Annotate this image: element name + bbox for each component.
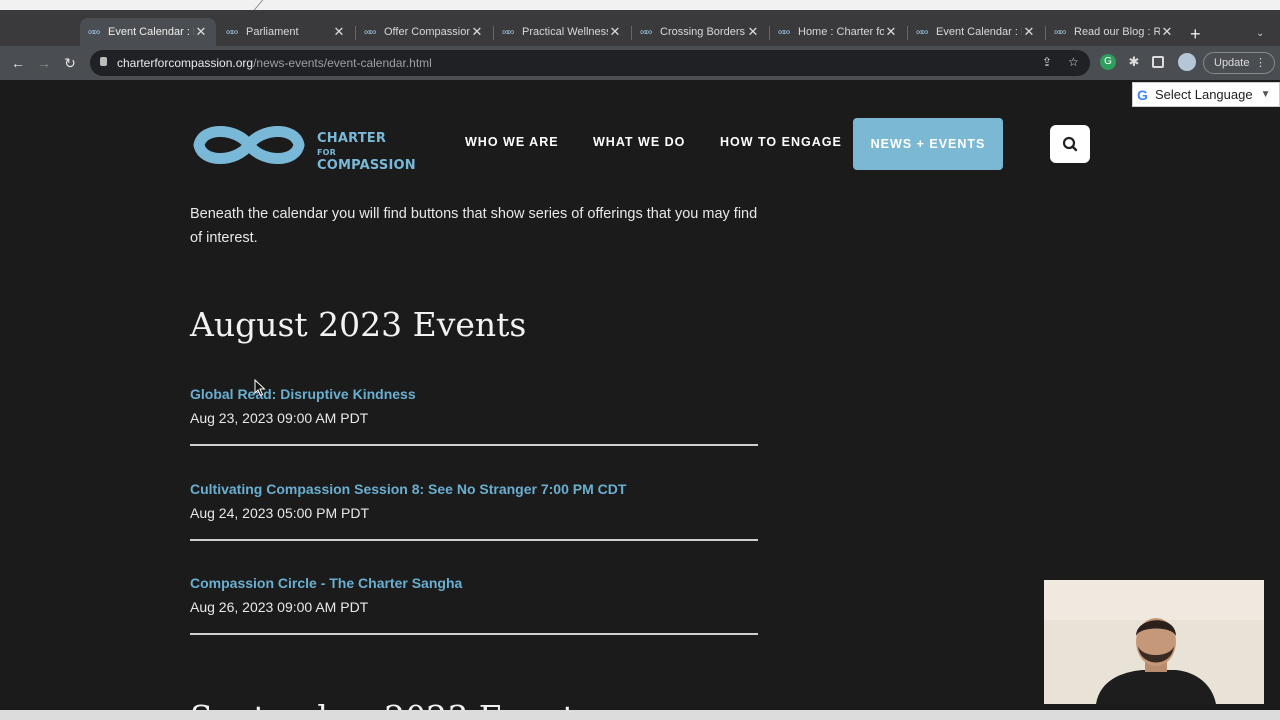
tab-title: Parliament <box>246 26 299 38</box>
bookmark-star-icon[interactable]: ☆ <box>1068 55 1079 69</box>
tab-home-charter[interactable]: ∞∞ Home : Charter for ✕ <box>770 18 906 46</box>
mouse-cursor-icon <box>254 379 266 397</box>
language-select-label: Select Language <box>1155 87 1253 102</box>
more-menu-icon[interactable]: ⋮ <box>1255 53 1266 73</box>
nav-what-we-do[interactable]: WHAT WE DO <box>593 135 685 153</box>
logo-wordmark: CHARTER FOR COMPASSION <box>317 131 416 172</box>
tab-separator <box>907 26 908 40</box>
tab-event-calendar[interactable]: ∞∞ Event Calendar : Ne ✕ <box>80 18 216 46</box>
nav-news-events[interactable]: NEWS + EVENTS <box>853 118 1003 170</box>
tab-read-our-blog[interactable]: ∞∞ Read our Blog : Re ✕ <box>1046 18 1182 46</box>
url-input[interactable]: charterforcompassion.org/news-events/eve… <box>90 50 1090 76</box>
close-icon[interactable]: ✕ <box>470 24 484 40</box>
url-host: charterforcompassion.org <box>117 56 254 70</box>
new-tab-plus-icon[interactable]: + <box>1190 24 1201 45</box>
tab-parliament[interactable]: ∞∞ Parliament ✕ <box>218 18 354 46</box>
tab-separator <box>355 26 356 40</box>
event-title-link[interactable]: Cultivating Compassion Session 8: See No… <box>190 481 758 497</box>
tab-practical-wellness[interactable]: ∞∞ Practical Wellness ✕ <box>494 18 630 46</box>
event-date: Aug 23, 2023 09:00 AM PDT <box>190 410 369 426</box>
update-label: Update <box>1214 57 1250 69</box>
tab-title: Event Calendar : Ne <box>108 26 194 38</box>
close-icon[interactable]: ✕ <box>1160 24 1174 40</box>
side-panel-icon[interactable] <box>1152 56 1164 68</box>
event-title-link[interactable]: Global Read: Disruptive Kindness <box>190 386 758 402</box>
reload-icon[interactable]: ↻ <box>60 53 80 73</box>
url-text: charterforcompassion.org/news-events/eve… <box>117 56 432 70</box>
close-icon[interactable]: ✕ <box>746 24 760 40</box>
google-g-icon: G <box>1137 86 1148 103</box>
infinity-icon: ∞∞ <box>778 26 790 38</box>
event-date: Aug 24, 2023 05:00 PM PDT <box>190 505 369 521</box>
tab-separator <box>769 26 770 40</box>
tab-separator <box>493 26 494 40</box>
profile-avatar[interactable] <box>1178 53 1196 71</box>
tab-event-calendar-2[interactable]: ∞∞ Event Calendar : Ne ✕ <box>908 18 1044 46</box>
close-icon[interactable]: ✕ <box>884 24 898 40</box>
url-path: /news-events/event-calendar.html <box>253 56 432 70</box>
close-icon[interactable]: ✕ <box>332 24 346 40</box>
tab-title: Read our Blog : Re <box>1074 26 1160 38</box>
dropdown-triangle-icon: ▼ <box>1260 89 1271 100</box>
event-item: Cultivating Compassion Session 8: See No… <box>190 481 758 541</box>
update-button[interactable]: Update ⋮ <box>1203 52 1275 74</box>
tab-title: Home : Charter for <box>798 26 884 38</box>
tab-offer-compassion[interactable]: ∞∞ Offer Compassion ✕ <box>356 18 492 46</box>
infinity-icon: ∞∞ <box>364 26 376 38</box>
month-heading: August 2023 Events <box>190 305 527 344</box>
site-search-button[interactable] <box>1050 125 1090 163</box>
presenter-video <box>1044 580 1264 704</box>
tab-separator <box>631 26 632 40</box>
tab-title: Practical Wellness <box>522 26 608 38</box>
screen-top-strip <box>0 0 1280 10</box>
close-icon[interactable]: ✕ <box>194 24 208 40</box>
tab-crossing-borders[interactable]: ∞∞ Crossing Borders ✕ <box>632 18 768 46</box>
event-title-link[interactable]: Compassion Circle - The Charter Sangha <box>190 575 758 591</box>
infinity-icon: ∞∞ <box>916 26 928 38</box>
forward-arrow-icon[interactable]: → <box>34 53 54 73</box>
tab-separator <box>1045 26 1046 40</box>
logo-for: FOR <box>317 148 337 157</box>
intro-paragraph: Beneath the calendar you will find butto… <box>190 206 758 246</box>
event-date: Aug 26, 2023 09:00 AM PDT <box>190 599 369 615</box>
close-icon[interactable]: ✕ <box>608 24 622 40</box>
address-bar-row: ← → ↻ charterforcompassion.org/news-even… <box>0 46 1280 80</box>
tab-title: Event Calendar : Ne <box>936 26 1022 38</box>
share-icon[interactable]: ⇪ <box>1042 55 1052 69</box>
grammarly-extension-icon[interactable]: G <box>1100 54 1116 70</box>
lock-icon <box>100 57 107 66</box>
logo-charter: CHARTER <box>317 131 387 146</box>
divider <box>190 444 758 446</box>
tab-title: Offer Compassion <box>384 26 470 38</box>
site-logo[interactable]: CHARTER FOR COMPASSION <box>193 120 416 172</box>
event-item: Global Read: Disruptive Kindness Aug 23,… <box>190 386 758 446</box>
webcam-overlay <box>1044 580 1264 704</box>
next-month-heading: September 2023 Events <box>190 698 592 710</box>
event-item: Compassion Circle - The Charter Sangha A… <box>190 575 758 635</box>
tab-title: Crossing Borders <box>660 26 745 38</box>
divider <box>190 539 758 541</box>
extensions-puzzle-icon[interactable]: ✱ <box>1126 54 1142 70</box>
infinity-icon: ∞∞ <box>88 26 100 38</box>
infinity-icon: ∞∞ <box>640 26 652 38</box>
tab-bar: ∞∞ Event Calendar : Ne ✕ ∞∞ Parliament ✕… <box>0 10 1280 46</box>
tab-search-chevron-icon[interactable]: ⌄ <box>1256 28 1264 39</box>
infinity-icon: ∞∞ <box>502 26 514 38</box>
nav-how-to-engage[interactable]: HOW TO ENGAGE <box>720 135 842 153</box>
infinity-icon: ∞∞ <box>1054 26 1066 38</box>
screen-bottom-strip <box>0 710 1280 720</box>
search-icon <box>1062 136 1078 152</box>
infinity-icon: ∞∞ <box>226 26 238 38</box>
back-arrow-icon[interactable]: ← <box>8 53 28 73</box>
language-select[interactable]: G Select Language ▼ <box>1132 82 1280 107</box>
logo-compassion: COMPASSION <box>317 158 416 173</box>
close-icon[interactable]: ✕ <box>1022 24 1036 40</box>
nav-who-we-are[interactable]: WHO WE ARE <box>465 135 559 153</box>
infinity-logo-icon <box>193 126 305 164</box>
divider <box>190 633 758 635</box>
